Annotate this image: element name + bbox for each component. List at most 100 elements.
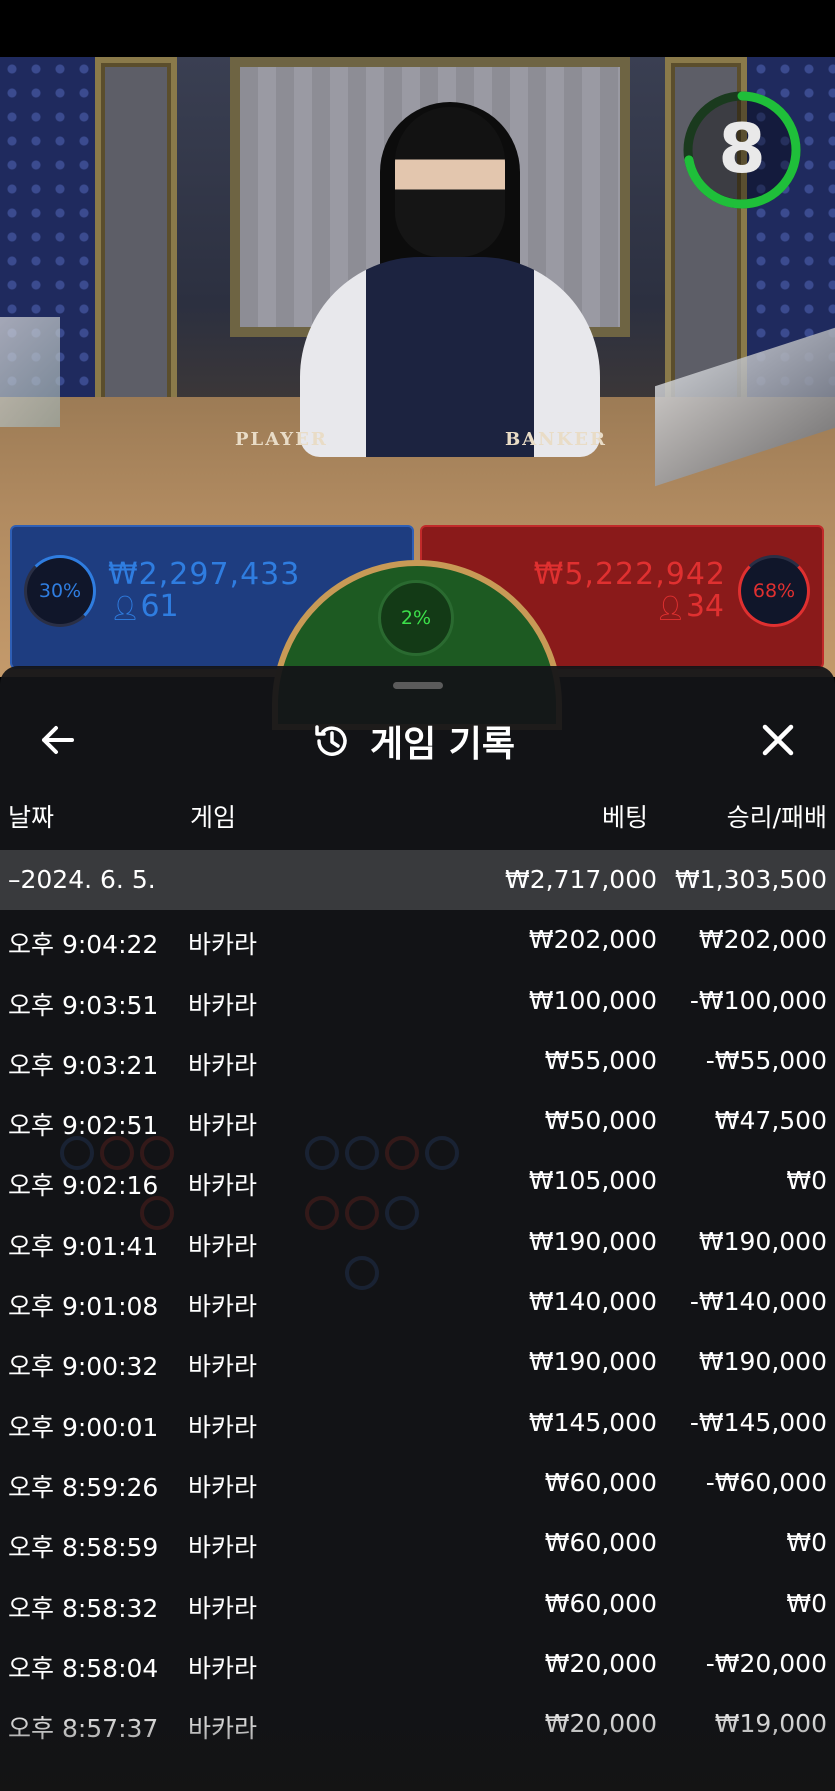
day-summary-row[interactable]: –2024. 6. 5. ₩2,717,000 ₩1,303,500 <box>0 850 835 911</box>
player-percent: 30% <box>38 580 82 602</box>
row-bet: ₩145,000 <box>528 1407 657 1437</box>
row-result: ₩202,000 <box>698 925 827 955</box>
table-row[interactable]: 오후 9:01:41 바카라 ₩190,000 ₩190,000 <box>0 1212 835 1272</box>
player-bet-amount: ₩2,297,433 <box>108 557 301 592</box>
row-bet: ₩140,000 <box>528 1287 657 1317</box>
row-bet: ₩55,000 <box>544 1045 657 1075</box>
row-bet: ₩20,000 <box>544 1648 657 1678</box>
row-time: 오후 8:59:26 <box>8 1472 159 1502</box>
row-game: 바카라 <box>188 1111 258 1141</box>
row-game: 바카라 <box>188 1292 258 1322</box>
row-game: 바카라 <box>188 1231 258 1261</box>
row-result: -₩20,000 <box>705 1648 827 1678</box>
table-row[interactable]: 오후 9:01:08 바카라 ₩140,000 -₩140,000 <box>0 1272 835 1332</box>
row-result: ₩47,500 <box>714 1106 827 1136</box>
row-result: -₩100,000 <box>689 985 827 1015</box>
back-button[interactable] <box>28 710 88 770</box>
row-time: –2024. 6. 5. <box>8 865 156 894</box>
dealer <box>300 257 600 457</box>
row-game: 바카라 <box>188 1714 258 1744</box>
player-percent-ring: 30% <box>24 555 96 627</box>
gold-pillar-left <box>95 57 177 429</box>
row-game: 바카라 <box>188 1171 258 1201</box>
row-bet: ₩20,000 <box>544 1709 657 1739</box>
row-game: 바카라 <box>188 1533 258 1563</box>
column-result: 승리/패배 <box>726 803 827 832</box>
row-bet: ₩50,000 <box>544 1106 657 1136</box>
countdown-timer: 8 <box>680 88 804 212</box>
row-bet: ₩190,000 <box>528 1226 657 1256</box>
row-bet: ₩2,717,000 <box>505 865 657 894</box>
player-count-value: 61 <box>140 589 179 624</box>
banker-percent: 68% <box>752 580 796 602</box>
row-time: 오후 8:58:04 <box>8 1653 159 1683</box>
row-time: 오후 9:03:51 <box>8 990 159 1020</box>
row-result: ₩0 <box>786 1588 827 1618</box>
row-bet: ₩190,000 <box>528 1347 657 1377</box>
row-bet: ₩60,000 <box>544 1528 657 1558</box>
table-row[interactable]: 오후 9:04:22 바카라 ₩202,000 ₩202,000 <box>0 910 835 970</box>
banker-bettor-count: 👤︎34 <box>655 589 724 624</box>
table-row[interactable]: 오후 9:00:01 바카라 ₩145,000 -₩145,000 <box>0 1393 835 1453</box>
row-bet: ₩60,000 <box>544 1467 657 1497</box>
history-table-header: 날짜 게임 베팅 승리/패배 <box>0 784 835 840</box>
row-result: -₩145,000 <box>689 1407 827 1437</box>
table-row[interactable]: 오후 9:02:51 바카라 ₩50,000 ₩47,500 <box>0 1091 835 1151</box>
row-game: 바카라 <box>188 1050 258 1080</box>
row-result: -₩55,000 <box>705 1045 827 1075</box>
sheet-title: 게임 기록 <box>370 724 516 765</box>
table-row[interactable]: 오후 8:59:26 바카라 ₩60,000 -₩60,000 <box>0 1453 835 1513</box>
row-time: 오후 9:02:16 <box>8 1171 159 1201</box>
history-icon <box>315 725 347 756</box>
person-icon: 👤︎ <box>110 594 141 622</box>
table-row[interactable]: 오후 9:03:51 바카라 ₩100,000 -₩100,000 <box>0 971 835 1031</box>
timer-value: 8 <box>718 110 766 189</box>
row-result: ₩0 <box>786 1528 827 1558</box>
drag-handle[interactable] <box>393 682 443 689</box>
person-icon: 👤︎ <box>655 594 686 622</box>
game-history-sheet: 게임 기록 날짜 게임 베팅 승리/패배 –2024. 6. 5. ₩2,717,… <box>0 666 835 1791</box>
table-row[interactable]: 오후 8:57:37 바카라 ₩20,000 ₩19,000 <box>0 1694 835 1754</box>
row-result: ₩1,303,500 <box>675 865 827 894</box>
row-time: 오후 9:00:32 <box>8 1352 159 1382</box>
table-label-player: PLAYER <box>235 429 328 450</box>
row-game: 바카라 <box>188 930 258 960</box>
row-game: 바카라 <box>188 1472 258 1502</box>
table-row[interactable]: 오후 9:03:21 바카라 ₩55,000 -₩55,000 <box>0 1031 835 1091</box>
row-time: 오후 8:57:37 <box>8 1714 159 1744</box>
row-game: 바카라 <box>188 1352 258 1382</box>
row-time: 오후 9:00:01 <box>8 1412 159 1442</box>
banker-count-value: 34 <box>685 589 724 624</box>
row-game: 바카라 <box>188 1412 258 1442</box>
row-game: 바카라 <box>188 1653 258 1683</box>
row-result: -₩60,000 <box>705 1467 827 1497</box>
row-result: ₩190,000 <box>698 1347 827 1377</box>
tie-percent-ring: 2% <box>378 580 454 656</box>
row-time: 오후 9:04:22 <box>8 930 159 960</box>
table-label-banker: BANKER <box>505 429 607 450</box>
tie-percent: 2% <box>400 607 432 629</box>
row-result: -₩140,000 <box>689 1287 827 1317</box>
table-row[interactable]: 오후 8:58:59 바카라 ₩60,000 ₩0 <box>0 1513 835 1573</box>
arrow-left-icon <box>42 726 74 754</box>
table-row[interactable]: 오후 9:00:32 바카라 ₩190,000 ₩190,000 <box>0 1332 835 1392</box>
row-bet: ₩60,000 <box>544 1588 657 1618</box>
row-result: ₩19,000 <box>714 1709 827 1739</box>
row-time: 오후 9:02:51 <box>8 1111 159 1141</box>
banker-percent-ring: 68% <box>738 555 810 627</box>
close-button[interactable] <box>748 710 808 770</box>
close-icon <box>762 724 794 756</box>
table-row[interactable]: 오후 8:58:04 바카라 ₩20,000 -₩20,000 <box>0 1634 835 1694</box>
player-bettor-count: 👤︎61 <box>110 589 179 624</box>
row-bet: ₩202,000 <box>528 925 657 955</box>
row-bet: ₩100,000 <box>528 985 657 1015</box>
table-row[interactable]: 오후 9:02:16 바카라 ₩105,000 ₩0 <box>0 1151 835 1211</box>
row-result: ₩0 <box>786 1166 827 1196</box>
column-game: 게임 <box>190 803 237 832</box>
discard-tray <box>0 317 60 427</box>
column-bet: 베팅 <box>601 803 648 832</box>
table-row[interactable]: 오후 8:58:32 바카라 ₩60,000 ₩0 <box>0 1574 835 1634</box>
row-time: 오후 8:58:32 <box>8 1593 159 1623</box>
banker-bet-amount: ₩5,222,942 <box>533 557 726 592</box>
sheet-header: 게임 기록 <box>310 706 515 776</box>
